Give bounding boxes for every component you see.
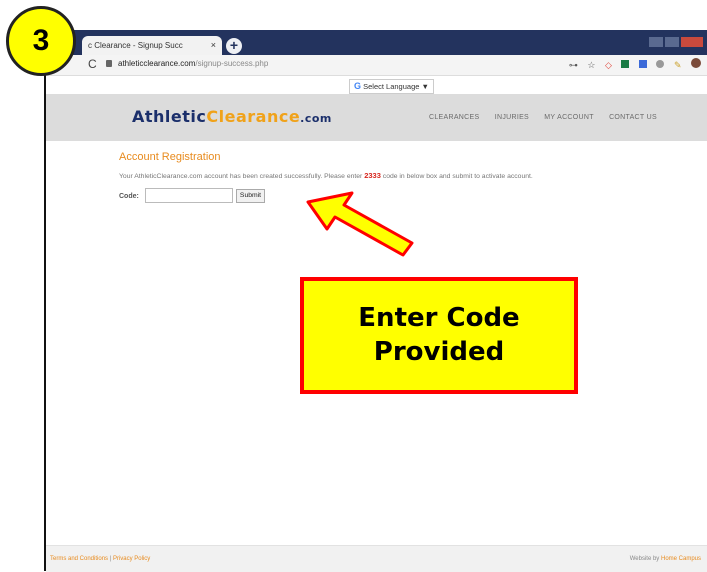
- select-language-dropdown[interactable]: G Select Language ▼: [349, 79, 434, 94]
- logo-word-clearance: Clearance: [206, 107, 301, 126]
- site-logo[interactable]: AthleticClearance.com: [132, 107, 332, 126]
- nav-clearances[interactable]: CLEARANCES: [429, 114, 479, 121]
- extension-icons: ⊶ ☆ ◇ ✎: [562, 58, 701, 71]
- extension-green-icon[interactable]: [621, 60, 630, 68]
- tab-title: c Clearance - Signup Succ: [88, 41, 183, 50]
- logo-domain: .com: [300, 112, 332, 125]
- main-nav: CLEARANCES INJURIES MY ACCOUNT CONTACT U…: [429, 114, 670, 121]
- browser-tab-strip: c Clearance - Signup Succ × +: [46, 30, 707, 55]
- callout-line-2: Provided: [373, 336, 505, 367]
- profile-avatar[interactable]: [691, 58, 701, 68]
- logo-word-athletic: Athletic: [132, 107, 207, 126]
- message-text-before: Your AthleticClearance.com account has b…: [119, 173, 365, 180]
- diamond-icon[interactable]: ◇: [605, 60, 612, 71]
- star-icon[interactable]: ☆: [587, 60, 595, 71]
- agency-link[interactable]: Home Campus: [661, 556, 701, 562]
- submit-button[interactable]: Submit: [236, 189, 265, 203]
- code-label: Code:: [119, 193, 139, 200]
- url-host: athleticclearance.com: [118, 59, 196, 68]
- step-number-badge: 3: [6, 6, 76, 76]
- privacy-link[interactable]: Privacy Policy: [113, 556, 150, 562]
- google-g-icon: G: [354, 81, 362, 91]
- page-title: Account Registration: [119, 151, 221, 163]
- site-footer: Terms and Conditions | Privacy Policy We…: [46, 545, 707, 572]
- extension-blue-icon[interactable]: [638, 60, 647, 68]
- pen-icon[interactable]: ✎: [674, 60, 682, 71]
- browser-tab[interactable]: c Clearance - Signup Succ ×: [82, 36, 222, 55]
- code-input[interactable]: [145, 188, 233, 203]
- success-message: Your AthleticClearance.com account has b…: [119, 171, 533, 180]
- close-window-icon[interactable]: [681, 37, 703, 47]
- maximize-icon[interactable]: [665, 37, 679, 47]
- tab-close-icon[interactable]: ×: [211, 36, 216, 55]
- address-toolbar: C athleticclearance.com/signup-success.p…: [46, 55, 707, 76]
- footer-credit: Website by Home Campus: [630, 556, 701, 562]
- nav-injuries[interactable]: INJURIES: [495, 114, 529, 121]
- minimize-icon[interactable]: [649, 37, 663, 47]
- message-text-after: code in below box and submit to activate…: [380, 173, 533, 180]
- footer-links: Terms and Conditions | Privacy Policy: [50, 556, 150, 562]
- key-icon[interactable]: ⊶: [569, 60, 578, 71]
- extension-gray-icon[interactable]: [656, 60, 665, 68]
- instruction-callout: Enter Code Provided: [300, 277, 578, 394]
- select-language-label: Select Language: [363, 82, 420, 91]
- nav-contact-us[interactable]: CONTACT US: [609, 114, 657, 121]
- site-header: AthleticClearance.com CLEARANCES INJURIE…: [46, 94, 707, 141]
- dropdown-caret-icon: ▼: [421, 82, 429, 91]
- new-tab-button[interactable]: +: [226, 38, 242, 54]
- window-controls: [647, 34, 703, 52]
- lock-icon[interactable]: [106, 60, 112, 67]
- terms-link[interactable]: Terms and Conditions: [50, 556, 108, 562]
- nav-my-account[interactable]: MY ACCOUNT: [544, 114, 594, 121]
- activation-code: 2333: [364, 171, 381, 180]
- reload-icon[interactable]: C: [88, 57, 97, 71]
- pointer-arrow-icon: [306, 191, 414, 257]
- url-path: /signup-success.php: [195, 59, 269, 68]
- website-by-text: Website by: [629, 556, 661, 562]
- callout-line-1: Enter Code: [358, 302, 520, 333]
- address-bar[interactable]: athleticclearance.com/signup-success.php: [118, 59, 268, 68]
